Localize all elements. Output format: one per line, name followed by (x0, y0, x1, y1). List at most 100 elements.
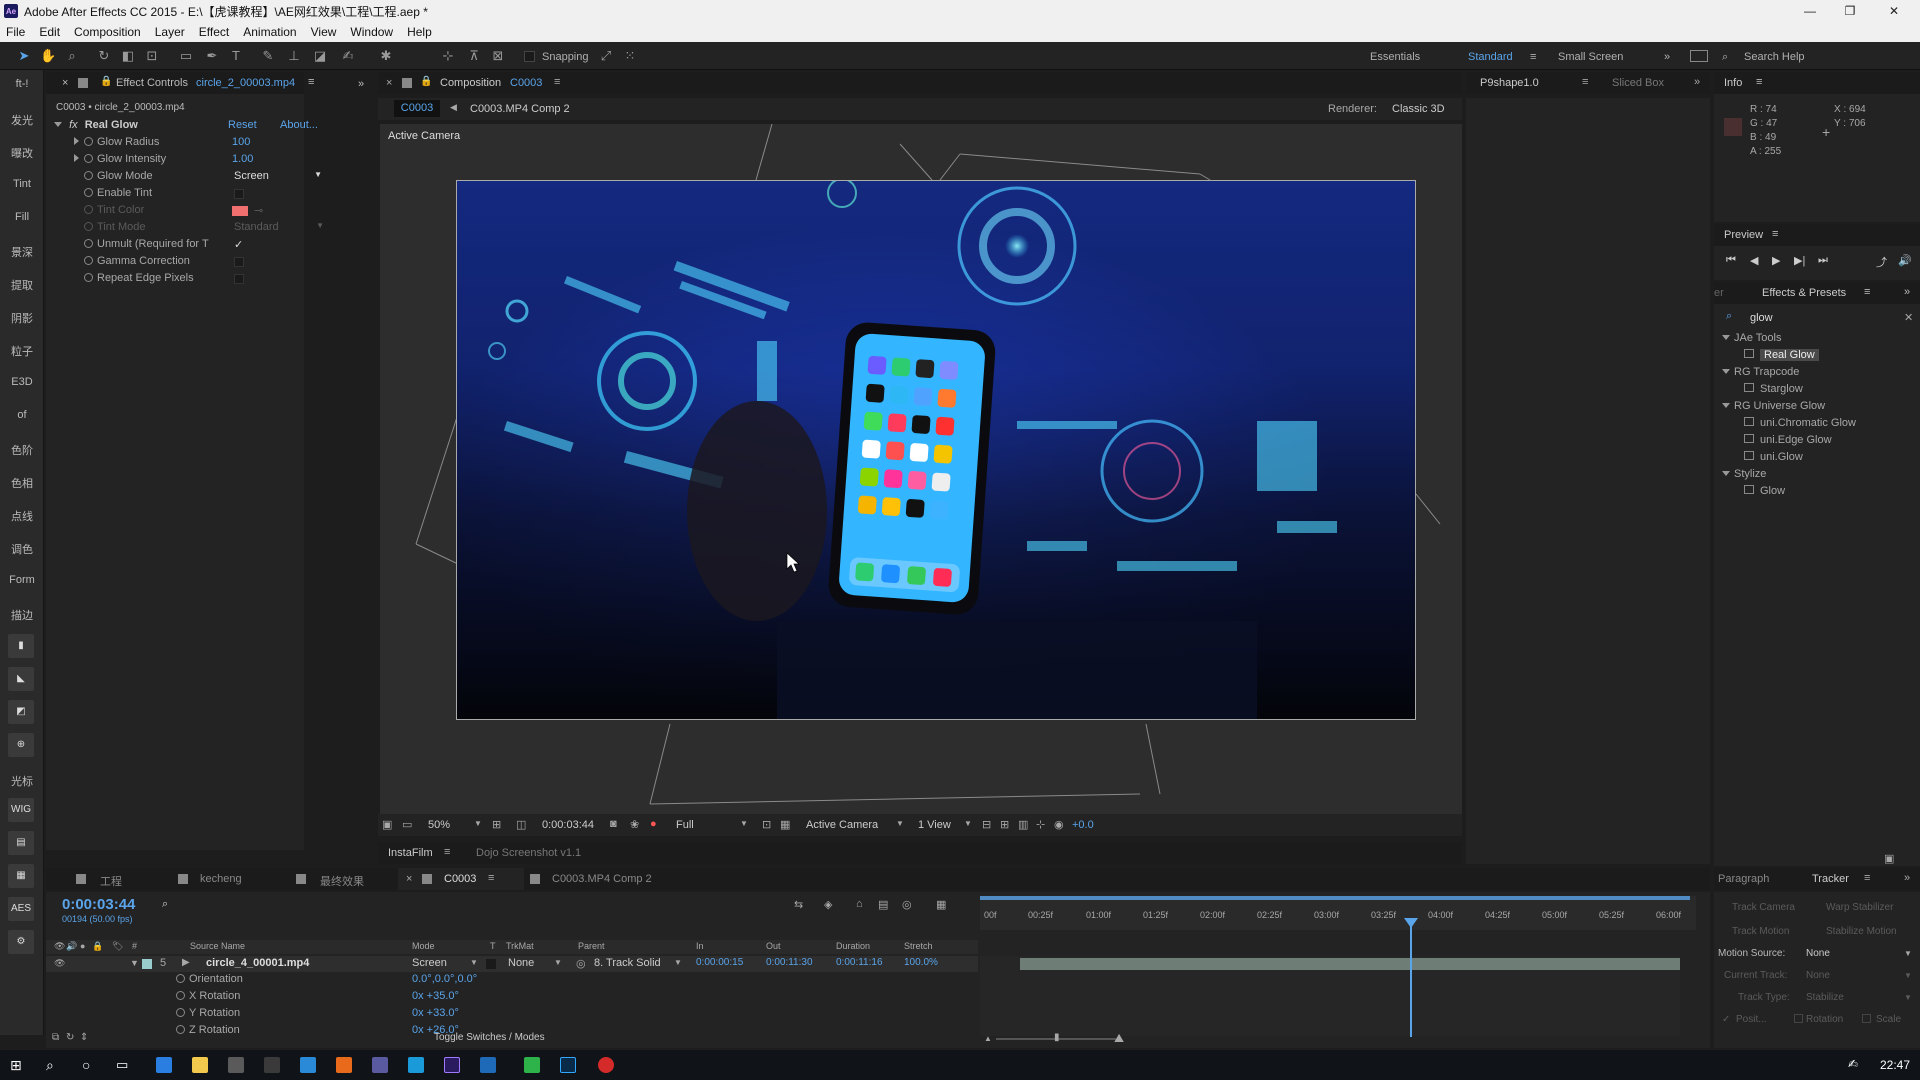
graph-editor-icon[interactable]: ▦ (936, 898, 946, 911)
script-button-dotline[interactable]: 点线 (0, 508, 44, 524)
timeline-icon[interactable]: ▥ (1018, 818, 1028, 831)
layer-in[interactable]: 0:00:00:15 (696, 957, 743, 968)
transparency-grid-icon[interactable]: ▦ (780, 818, 790, 831)
close-tab-icon[interactable]: × (62, 77, 68, 89)
chevron-down-icon[interactable]: ▼ (674, 958, 682, 967)
draft-3d-icon[interactable]: ◈ (824, 898, 832, 911)
roto-brush-tool-icon[interactable]: ✍ (340, 48, 356, 64)
display-icon[interactable]: ▭ (402, 818, 412, 831)
motion-source-dropdown[interactable]: None (1806, 948, 1830, 959)
close-tab-icon[interactable]: × (386, 77, 392, 89)
chevron-down-icon[interactable]: ▼ (740, 819, 748, 828)
panel-overflow-icon[interactable]: » (358, 78, 364, 90)
about-link[interactable]: About... (280, 119, 318, 131)
stopwatch-icon[interactable] (84, 137, 93, 146)
prop-orientation[interactable]: Orientation (176, 973, 243, 990)
next-frame-icon[interactable]: ▶| (1794, 254, 1805, 267)
track-area[interactable] (980, 956, 1680, 1036)
timeline-tab-kecheng[interactable]: kecheng (200, 873, 242, 885)
resolution-dropdown[interactable]: Full (676, 819, 694, 831)
stopwatch-icon[interactable] (84, 239, 93, 248)
viewer-timecode[interactable]: 0:00:03:44 (542, 819, 594, 831)
audio-icon[interactable]: 🔊 (1898, 254, 1912, 267)
search-help-icon[interactable]: ⌕ (1722, 51, 1728, 64)
in-out-icon[interactable]: ⇕ (80, 1032, 88, 1043)
label-color-icon[interactable] (142, 959, 152, 969)
anchor-tool-icon[interactable]: ⊕ (8, 733, 34, 757)
flowchart-icon[interactable]: ⊹ (1036, 818, 1045, 831)
layer-out[interactable]: 0:00:11:30 (766, 957, 813, 968)
play-icon[interactable]: ▶ (1772, 254, 1780, 267)
camera-view-dropdown[interactable]: Active Camera (806, 819, 878, 831)
glow-intensity-value[interactable]: 1.00 (232, 153, 253, 165)
prop-enable-tint[interactable]: Enable Tint (84, 187, 304, 203)
panel-menu-icon[interactable]: ≡ (1864, 872, 1870, 884)
gamma-correction-checkbox[interactable] (234, 257, 244, 267)
exposure-reset-icon[interactable]: ◉ (1054, 818, 1064, 831)
layer-trkmat-dropdown[interactable]: None (508, 957, 534, 969)
prop-glow-radius[interactable]: Glow Radius 100 (74, 136, 304, 152)
graph-tool-icon[interactable]: ◣ (8, 667, 34, 691)
close-icon[interactable]: ✕ (1874, 0, 1914, 22)
fast-previews-icon[interactable]: ⊞ (1000, 818, 1009, 831)
workspace-standard[interactable]: Standard (1468, 51, 1513, 63)
panel-menu-icon[interactable]: ≡ (1582, 76, 1588, 88)
time-ruler[interactable]: 00f 00:25f 01:00f 01:25f 02:00f 02:25f 0… (980, 896, 1696, 930)
prop-glow-intensity[interactable]: Glow Intensity 1.00 (74, 153, 304, 169)
qq-icon[interactable] (408, 1057, 424, 1073)
panel-menu-icon[interactable]: ≡ (488, 872, 494, 884)
zoom-tool-icon[interactable]: ⌕ (64, 48, 80, 64)
script-button-tint[interactable]: Tint (0, 178, 44, 190)
panel-menu-icon[interactable]: ≡ (1772, 228, 1778, 240)
chevron-down-icon[interactable]: ▼ (474, 819, 482, 828)
expand-arrow-icon[interactable] (74, 137, 79, 145)
glow-mode-dropdown[interactable]: Screen ▼ (230, 170, 324, 184)
previous-frame-icon[interactable]: ◀ (1750, 254, 1758, 267)
snapshot-icon[interactable]: ◙ (610, 818, 617, 830)
chevron-down-icon[interactable]: ▼ (964, 819, 972, 828)
calculator-icon[interactable]: ▦ (8, 864, 34, 888)
playhead[interactable] (1410, 922, 1412, 1037)
pen-tool-icon[interactable]: ✒ (204, 48, 220, 64)
menu-composition[interactable]: Composition (74, 25, 141, 39)
puppet-tool-icon[interactable]: ✱ (378, 48, 394, 64)
rectangle-tool-icon[interactable]: ▭ (178, 48, 194, 64)
tab-p9shape[interactable]: P9shape1.0 (1480, 77, 1539, 89)
workspace-overflow-icon[interactable]: » (1664, 51, 1670, 63)
visibility-eye-icon[interactable]: 👁 (54, 958, 65, 969)
close-tab-icon[interactable]: × (406, 873, 412, 885)
search-icon[interactable]: ⌕ (46, 1057, 62, 1073)
table-row[interactable]: 👁 ▼ 5 ▶ circle_4_00001.mp4 Screen ▼ None… (46, 956, 978, 972)
prop-gamma-correction[interactable]: Gamma Correction (84, 255, 304, 271)
hand-tool-icon[interactable]: ✋ (40, 48, 56, 64)
script-button-aes[interactable]: AES (8, 897, 34, 921)
timeline-timecode[interactable]: 0:00:03:44 (62, 896, 135, 913)
panel-menu-icon[interactable]: ≡ (444, 846, 450, 858)
windows-start-icon[interactable]: ⊞ (10, 1057, 26, 1073)
channel-icon[interactable]: ● (650, 818, 657, 830)
store-icon[interactable] (228, 1057, 244, 1073)
chevron-down-icon[interactable]: ▼ (896, 819, 904, 828)
transfer-controls-icon[interactable]: ↻ (66, 1032, 74, 1043)
prop-z-rotation[interactable]: Z Rotation (176, 1024, 240, 1035)
script-button-fill[interactable]: Fill (0, 211, 44, 223)
zoom-in-icon[interactable]: ⛰ (1114, 1031, 1124, 1046)
composition-frame[interactable] (456, 180, 1416, 720)
effect-row-real-glow[interactable]: fx Real Glow Reset About... (54, 119, 318, 135)
script-button-dof[interactable]: 景深 (0, 244, 44, 260)
workspace-menu-icon[interactable]: ≡ (1530, 51, 1536, 63)
settings-gear-icon[interactable]: ⚙ (8, 930, 34, 954)
view-layout-dropdown[interactable]: 1 View (918, 819, 951, 831)
effects-search-input[interactable]: glow (1750, 312, 1773, 324)
glow-radius-value[interactable]: 100 (232, 136, 250, 148)
work-area-bar[interactable] (980, 896, 1690, 900)
effect-item-real-glow[interactable]: Real Glow (1722, 349, 1912, 366)
preserve-transparency-checkbox[interactable] (486, 959, 496, 969)
expand-layer-icon[interactable]: ▼ (130, 958, 139, 968)
timeline-search-icon[interactable]: ⌕ (162, 898, 168, 911)
stabilize-motion-button[interactable]: Stabilize Motion (1826, 926, 1897, 937)
workspace-small-screen[interactable]: Small Screen (1558, 51, 1623, 63)
chevron-down-icon[interactable]: ▼ (470, 958, 478, 967)
menu-view[interactable]: View (311, 25, 337, 39)
brush-tool-icon[interactable]: ✎ (260, 48, 276, 64)
